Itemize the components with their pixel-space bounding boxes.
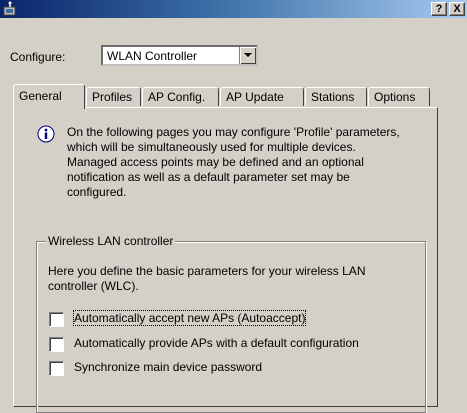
- app-icon: [3, 1, 16, 16]
- groupbox-description: Here you define the basic parameters for…: [48, 264, 408, 294]
- help-button[interactable]: ?: [431, 2, 447, 16]
- info-line: configured.: [67, 185, 127, 199]
- tab-strip: General Profiles AP Config. AP Update St…: [0, 84, 467, 109]
- info-line: Managed access points may be defined and…: [67, 155, 364, 169]
- sync-password-checkbox[interactable]: [49, 361, 64, 376]
- tab-general[interactable]: General: [13, 84, 85, 109]
- close-button[interactable]: X: [449, 2, 465, 16]
- title-bar: ? X: [0, 0, 467, 18]
- tab-ap-config[interactable]: AP Config.: [142, 87, 219, 106]
- chevron-down-icon: [244, 53, 252, 57]
- description-line: Here you define the basic parameters for…: [48, 264, 366, 278]
- tab-options[interactable]: Options: [368, 87, 430, 106]
- configure-dropdown[interactable]: WLAN Controller: [101, 45, 258, 66]
- configure-label: Configure:: [10, 50, 66, 64]
- info-icon: [37, 125, 55, 143]
- default-config-label[interactable]: Automatically provide APs with a default…: [74, 336, 359, 350]
- info-line: which will be simultaneously used for mu…: [67, 140, 356, 154]
- tab-profiles[interactable]: Profiles: [86, 87, 141, 106]
- sync-password-label[interactable]: Synchronize main device password: [74, 360, 262, 374]
- info-line: notification as well as a default parame…: [67, 170, 350, 184]
- autoaccept-label[interactable]: Automatically accept new APs (Autoaccept…: [72, 310, 307, 326]
- default-config-checkbox[interactable]: [49, 337, 64, 352]
- groupbox-title: Wireless LAN controller: [46, 234, 176, 248]
- configure-value: WLAN Controller: [107, 49, 198, 63]
- tab-stations[interactable]: Stations: [305, 87, 367, 106]
- info-text: On the following pages you may configure…: [67, 125, 437, 200]
- info-line: On the following pages you may configure…: [67, 125, 400, 139]
- tab-ap-update[interactable]: AP Update: [220, 87, 304, 106]
- autoaccept-checkbox[interactable]: [49, 312, 64, 327]
- description-line: controller (WLC).: [48, 279, 139, 293]
- dropdown-arrow-button[interactable]: [239, 47, 256, 64]
